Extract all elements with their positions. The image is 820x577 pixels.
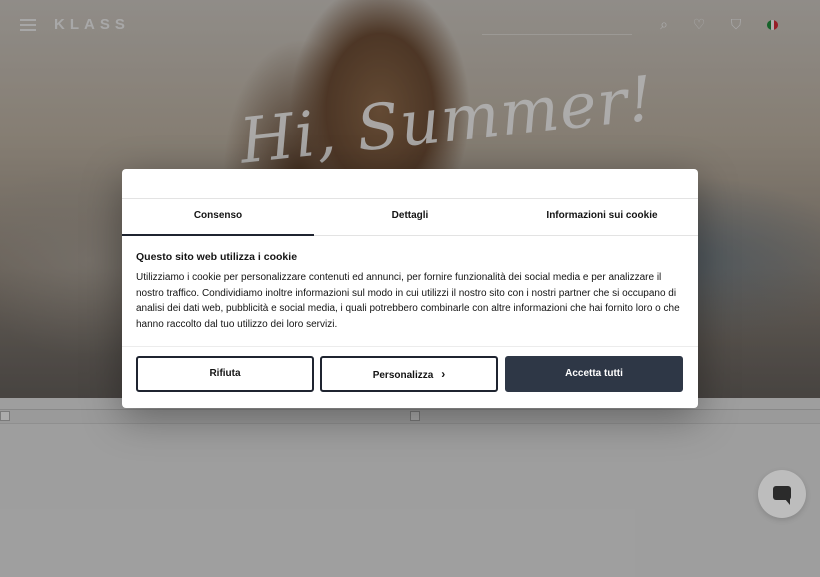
accept-all-button-label: Accetta tutti (565, 368, 623, 379)
tab-dettagli[interactable]: Dettagli (314, 199, 506, 235)
customize-button[interactable]: Personalizza › (320, 356, 498, 392)
cookie-consent-dialog: Consenso Dettagli Informazioni sui cooki… (122, 169, 698, 408)
dialog-divider (122, 346, 698, 347)
customize-button-label: Personalizza (372, 370, 434, 381)
chat-bubble-icon (773, 486, 791, 505)
tab-consenso[interactable]: Consenso (122, 199, 314, 236)
reject-button-label: Rifiuta (209, 368, 241, 379)
chat-button[interactable] (758, 470, 806, 518)
cookie-tabs: Consenso Dettagli Informazioni sui cooki… (122, 198, 698, 236)
dialog-title: Questo sito web utilizza i cookie (136, 251, 298, 263)
reject-button[interactable]: Rifiuta (136, 356, 314, 392)
accept-all-button[interactable]: Accetta tutti (505, 356, 683, 392)
tab-informazioni-cookie[interactable]: Informazioni sui cookie (506, 199, 698, 235)
dialog-body-text: Utilizziamo i cookie per personalizzare … (136, 272, 680, 330)
chevron-right-icon: › (441, 367, 446, 381)
